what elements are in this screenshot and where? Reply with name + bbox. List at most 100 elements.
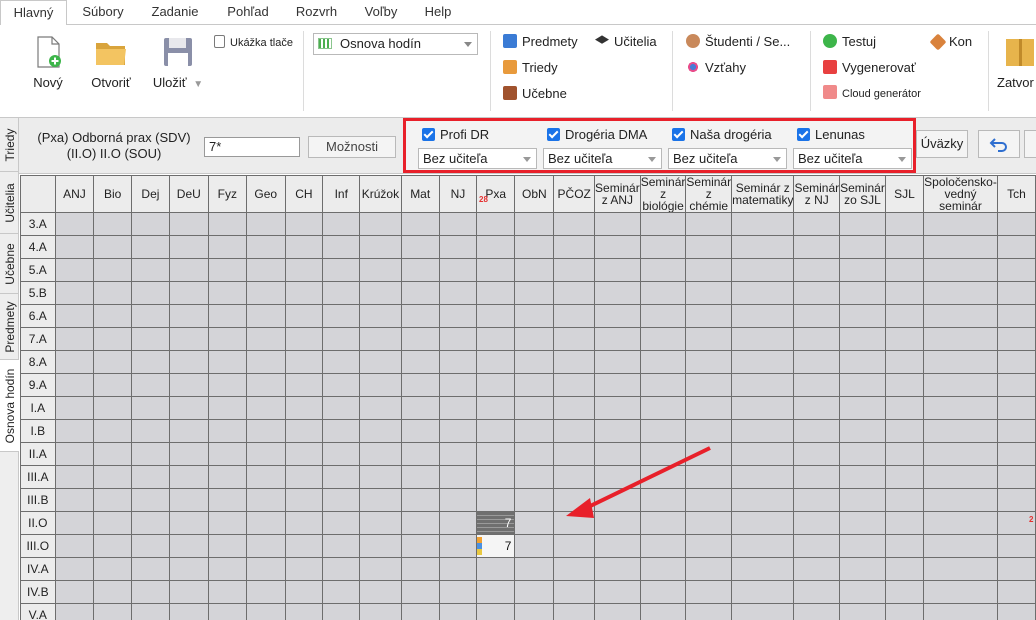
grid-cell[interactable] — [438, 281, 478, 305]
classes-button[interactable]: Triedy — [503, 58, 558, 78]
grid-cell[interactable] — [685, 304, 733, 328]
grid-cell[interactable] — [93, 281, 132, 305]
grid-cell[interactable] — [731, 580, 795, 604]
grid-cell[interactable] — [245, 304, 286, 328]
column-header[interactable]: Fyz — [207, 175, 247, 213]
grid-cell[interactable] — [731, 373, 795, 397]
grid-cell[interactable] — [639, 304, 687, 328]
grid-cell[interactable] — [322, 511, 361, 535]
grid-cell[interactable] — [322, 603, 361, 620]
grid-cell[interactable] — [884, 534, 925, 558]
grid-cell[interactable] — [359, 212, 402, 236]
grid-cell[interactable] — [245, 396, 286, 420]
grid-cell[interactable] — [207, 258, 247, 282]
grid-cell[interactable] — [359, 327, 402, 351]
grid-cell[interactable] — [884, 258, 925, 282]
grid-cell[interactable] — [884, 442, 925, 466]
grid-cell[interactable] — [594, 373, 641, 397]
row-header[interactable]: II.O — [20, 511, 56, 535]
grid-cell[interactable] — [54, 534, 95, 558]
grid-cell[interactable] — [93, 465, 132, 489]
grid-cell[interactable] — [438, 603, 478, 620]
grid-cell[interactable] — [996, 212, 1036, 236]
grid-cell[interactable] — [996, 557, 1036, 581]
grid-cell[interactable] — [594, 488, 641, 512]
grid-cell[interactable] — [996, 373, 1036, 397]
grid-cell[interactable] — [168, 488, 209, 512]
grid-cell[interactable] — [594, 350, 641, 374]
grid-cell[interactable] — [731, 396, 795, 420]
checkbox-checked-icon[interactable] — [422, 128, 435, 141]
grid-cell[interactable] — [685, 258, 733, 282]
grid-cell[interactable] — [359, 488, 402, 512]
grid-cell[interactable] — [514, 373, 555, 397]
grid-cell[interactable] — [131, 419, 170, 443]
close-button[interactable]: Zatvor — [997, 35, 1036, 90]
grid-cell[interactable] — [923, 419, 998, 443]
grid-cell[interactable] — [400, 419, 440, 443]
grid-cell[interactable] — [400, 350, 440, 374]
relations-button[interactable]: Vzťahy — [686, 58, 746, 78]
checkbox-checked-icon[interactable] — [672, 128, 685, 141]
grid-cell[interactable] — [884, 235, 925, 259]
grid-cell[interactable] — [923, 281, 998, 305]
grid-cell[interactable] — [553, 212, 596, 236]
grid-cell[interactable] — [884, 557, 925, 581]
row-header[interactable]: III.A — [20, 465, 56, 489]
grid-cell[interactable] — [207, 350, 247, 374]
grid-cell[interactable] — [884, 327, 925, 351]
students-button[interactable]: Študenti / Se... — [686, 32, 790, 52]
teacher-select-profi-dr[interactable]: Bez učiteľa — [418, 148, 537, 169]
grid-cell[interactable] — [131, 557, 170, 581]
grid-cell[interactable] — [996, 304, 1036, 328]
column-header[interactable]: Seminár z matematiky — [731, 175, 795, 213]
grid-cell[interactable] — [685, 327, 733, 351]
grid-cell[interactable] — [594, 235, 641, 259]
grid-cell[interactable] — [93, 511, 132, 535]
grid-cell[interactable] — [685, 235, 733, 259]
grid-cell[interactable] — [553, 580, 596, 604]
grid-cell[interactable] — [884, 212, 925, 236]
grid-cell[interactable] — [322, 419, 361, 443]
grid-cell[interactable] — [245, 419, 286, 443]
grid-cell[interactable] — [245, 350, 286, 374]
grid-cell[interactable] — [793, 258, 841, 282]
column-header[interactable]: Seminár z NJ — [793, 175, 841, 213]
cloud-generator-button[interactable]: Cloud generátor — [823, 84, 921, 104]
grid-cell[interactable] — [731, 235, 795, 259]
grid-cell[interactable] — [839, 442, 886, 466]
grid-cell[interactable] — [553, 419, 596, 443]
grid-cell[interactable] — [54, 281, 95, 305]
grid-cell[interactable] — [514, 419, 555, 443]
grid-cell[interactable] — [923, 557, 998, 581]
grid-cell[interactable] — [131, 373, 170, 397]
grid-cell[interactable] — [131, 327, 170, 351]
grid-cell[interactable] — [400, 488, 440, 512]
grid-cell[interactable] — [207, 327, 247, 351]
grid-cell[interactable] — [93, 442, 132, 466]
grid-cell[interactable] — [514, 465, 555, 489]
grid-cell[interactable] — [284, 350, 324, 374]
grid-cell[interactable] — [476, 442, 516, 466]
grid-cell[interactable] — [207, 465, 247, 489]
menu-tab-pohlad[interactable]: Pohľad — [214, 0, 282, 25]
grid-cell[interactable] — [476, 603, 516, 620]
row-header[interactable]: IV.A — [20, 557, 56, 581]
grid-cell[interactable] — [168, 419, 209, 443]
grid-cell[interactable] — [793, 557, 841, 581]
column-header[interactable]: CH — [284, 175, 324, 213]
grid-cell[interactable] — [884, 419, 925, 443]
grid-cell[interactable] — [168, 373, 209, 397]
grid-cell[interactable] — [359, 511, 402, 535]
grid-cell[interactable] — [131, 235, 170, 259]
grid-cell[interactable] — [553, 396, 596, 420]
grid-cell[interactable] — [245, 258, 286, 282]
grid-cell[interactable] — [284, 534, 324, 558]
grid-cell[interactable] — [884, 488, 925, 512]
grid-cell[interactable] — [438, 580, 478, 604]
grid-cell[interactable] — [639, 327, 687, 351]
grid-cell[interactable] — [322, 350, 361, 374]
redo-button[interactable] — [1024, 130, 1036, 158]
grid-cell[interactable] — [322, 304, 361, 328]
row-header[interactable]: 5.B — [20, 281, 56, 305]
